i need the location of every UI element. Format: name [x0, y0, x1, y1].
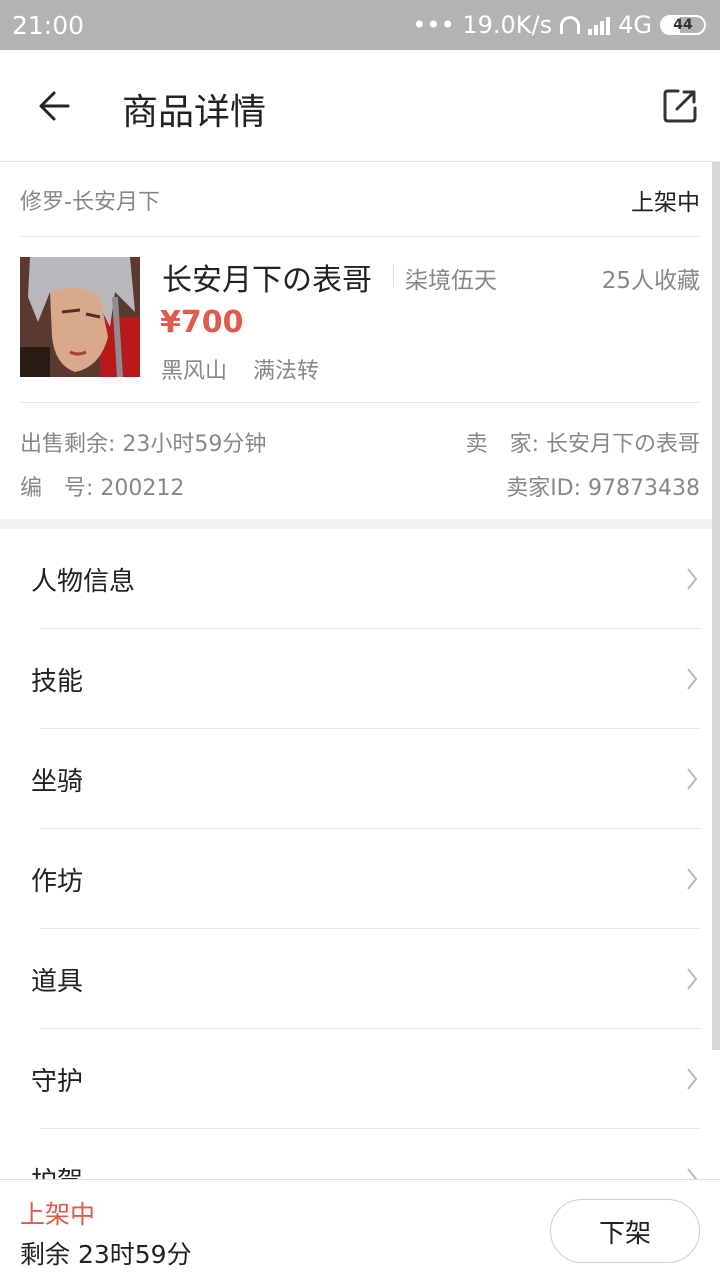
character-avatar[interactable]	[20, 257, 140, 377]
net-speed: ••• 19.0K/s	[412, 11, 553, 39]
share-icon[interactable]	[662, 88, 698, 124]
signal-icon	[588, 15, 611, 35]
bottom-remaining-time: 剩余 23时59分	[20, 1240, 192, 1269]
back-arrow-icon[interactable]	[36, 86, 76, 126]
info-divider	[20, 402, 700, 403]
menu-item-label: 道具	[31, 966, 84, 997]
chevron-right-icon	[687, 668, 698, 690]
menu-item-label: 人物信息	[31, 566, 136, 597]
menu-item-skills[interactable]: 技能	[0, 629, 712, 729]
menu-item-items[interactable]: 道具	[0, 929, 712, 1029]
chevron-right-icon	[687, 568, 698, 590]
goods-card: 修罗-长安月下 上架中 长安月下の表哥 柒境伍天 25人收藏 ¥700 黑风山 …	[0, 163, 712, 519]
info-row-sale: 出售剩余: 23小时59分钟 卖 家: 长安月下の表哥	[20, 426, 700, 458]
chevron-right-icon	[687, 768, 698, 790]
status-time: 21:00	[12, 10, 85, 40]
listing-status: 上架中	[631, 189, 700, 216]
character-attrs: 黑风山 满法转	[161, 353, 319, 385]
menu-item-workshop[interactable]: 作坊	[0, 829, 712, 929]
status-bar: 21:00 ••• 19.0K/s 4G 44	[0, 0, 720, 50]
battery-level: 44	[673, 17, 693, 33]
favorites-count: 25人收藏	[601, 268, 700, 294]
character-name: 长安月下の表哥	[162, 263, 372, 298]
page-title: 商品详情	[122, 92, 267, 133]
chevron-right-icon	[687, 1068, 698, 1090]
bottom-status: 上架中	[20, 1200, 96, 1229]
guild-name: 柒境伍天	[405, 268, 497, 294]
info-row-ids: 编 号: 200212 卖家ID: 97873438	[20, 470, 700, 502]
server-row: 修罗-长安月下 上架中	[20, 163, 700, 237]
menu-item-guardian[interactable]: 守护	[0, 1029, 712, 1129]
scrollbar[interactable]	[712, 162, 720, 1050]
menu-item-mounts[interactable]: 坐骑	[0, 729, 712, 829]
reincarnation: 满法转	[253, 359, 320, 384]
status-indicators: ••• 19.0K/s 4G 44	[412, 11, 706, 39]
menu-item-label: 技能	[31, 666, 84, 697]
section-gap	[0, 519, 712, 529]
chevron-right-icon	[687, 968, 698, 990]
delist-button[interactable]: 下架	[550, 1199, 700, 1263]
server-name: 修罗-长安月下	[20, 189, 160, 215]
top-bar: 商品详情	[0, 50, 720, 162]
headphone-icon	[560, 16, 581, 34]
network-type: 4G	[618, 11, 652, 39]
chevron-right-icon	[687, 868, 698, 890]
seller-id: 卖家ID: 97873438	[506, 476, 700, 501]
goods-number: 编 号: 200212	[20, 476, 185, 501]
seller-name: 卖 家: 长安月下の表哥	[465, 432, 700, 457]
bottom-action-bar: 上架中 剩余 23时59分 下架	[0, 1179, 720, 1280]
sale-remaining: 出售剩余: 23小时59分钟	[20, 432, 267, 457]
detail-menu: 人物信息 技能 坐骑 作坊 道具 守护 护驾	[0, 529, 712, 1229]
menu-item-label: 坐骑	[31, 766, 84, 797]
price: ¥700	[160, 305, 244, 340]
menu-item-label: 守护	[31, 1066, 84, 1097]
menu-item-character-info[interactable]: 人物信息	[0, 529, 712, 629]
menu-item-label: 作坊	[31, 866, 84, 897]
faction: 黑风山	[161, 359, 228, 384]
title-divider	[393, 264, 394, 286]
battery-icon: 44	[660, 15, 706, 35]
